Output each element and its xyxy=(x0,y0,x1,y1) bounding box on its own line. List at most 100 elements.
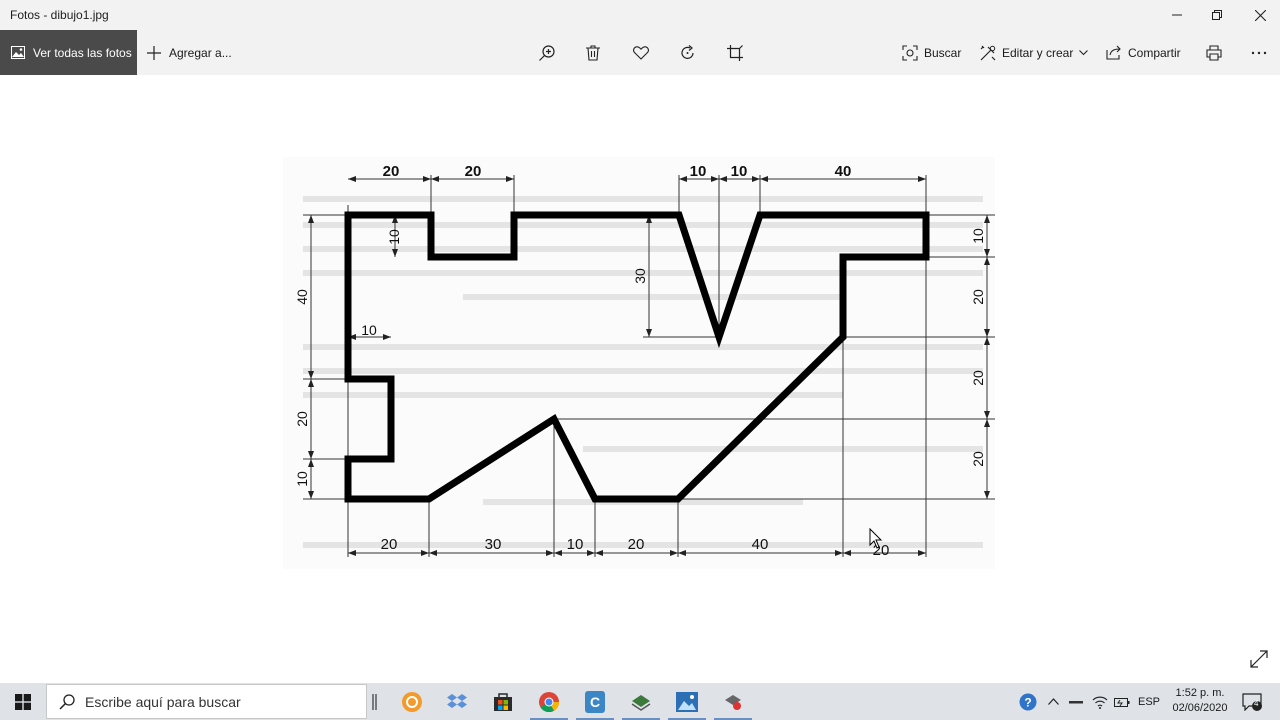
visual-search-icon xyxy=(902,44,918,61)
dim-bottom-5: 40 xyxy=(752,536,769,553)
dim-top-1: 20 xyxy=(383,163,400,180)
trash-icon xyxy=(586,45,600,61)
windows-logo-icon xyxy=(15,693,31,710)
dim-bottom-4: 20 xyxy=(628,536,645,553)
chevron-up-icon xyxy=(1047,698,1059,705)
rotate-button[interactable] xyxy=(675,40,701,66)
edit-create-button[interactable]: Editar y crear xyxy=(980,30,1089,75)
share-icon xyxy=(1106,45,1121,60)
taskbar-app-chrome[interactable] xyxy=(526,683,572,720)
dim-bottom-3: 10 xyxy=(567,536,584,553)
clock[interactable]: 1:52 p. m. 02/06/2020 xyxy=(1165,686,1235,716)
battery-tray-button[interactable] xyxy=(1066,683,1086,720)
share-button[interactable]: Compartir xyxy=(1106,30,1181,75)
battery-icon xyxy=(1114,697,1130,707)
dim-left-1: 40 xyxy=(294,289,310,305)
help-icon: ? xyxy=(1019,693,1037,710)
wifi-icon xyxy=(1092,696,1108,709)
dim-top-3: 10 xyxy=(690,163,707,180)
edit-create-icon xyxy=(980,45,996,60)
taskbar: Escribe aquí para buscar C ? ESP 1:52 p.… xyxy=(0,683,1280,720)
taskbar-search-box[interactable]: Escribe aquí para buscar xyxy=(46,684,367,719)
minimize-icon xyxy=(1172,14,1182,16)
taskbar-app-green[interactable] xyxy=(618,683,664,720)
language-indicator[interactable]: ESP xyxy=(1136,683,1162,720)
action-center-button[interactable]: 4 xyxy=(1240,683,1264,720)
taskbar-app-orange[interactable] xyxy=(389,683,435,720)
dim-right-1: 10 xyxy=(970,228,986,244)
print-button[interactable] xyxy=(1201,40,1227,66)
photo-icon xyxy=(11,46,25,59)
crop-button[interactable] xyxy=(722,40,748,66)
edit-create-label: Editar y crear xyxy=(1002,45,1074,60)
share-label: Compartir xyxy=(1128,45,1181,60)
search-icon xyxy=(59,693,75,710)
more-options-button[interactable] xyxy=(1246,40,1272,66)
dim-top-5: 40 xyxy=(835,163,852,180)
photo-image[interactable]: 20 20 10 10 40 20 30 10 20 40 20 40 20 1… xyxy=(283,157,995,569)
faint-text-lines xyxy=(303,196,983,548)
dim-left-3: 10 xyxy=(294,471,310,487)
expand-icon xyxy=(1250,650,1268,668)
help-tray-button[interactable]: ? xyxy=(1018,683,1038,720)
minimize-button[interactable] xyxy=(1155,0,1199,30)
close-button[interactable] xyxy=(1238,0,1280,30)
dim-bottom-1: 20 xyxy=(381,536,398,553)
dim-left-2: 20 xyxy=(294,411,310,427)
c-app-icon: C xyxy=(585,690,605,713)
dim-top-2: 20 xyxy=(465,163,482,180)
dim-inner-vertical-10: 10 xyxy=(386,229,402,245)
toolbar: Ver todas las fotos Agregar a... Buscar … xyxy=(0,30,1280,75)
close-icon xyxy=(1254,9,1266,21)
clock-time: 1:52 p. m. xyxy=(1175,687,1225,699)
plus-icon xyxy=(147,45,161,60)
orange-app-icon xyxy=(402,691,422,712)
show-hidden-icons-button[interactable] xyxy=(1044,683,1062,720)
store-icon xyxy=(494,692,512,711)
see-all-photos-button[interactable]: Ver todas las fotos xyxy=(0,30,137,75)
add-to-label: Agregar a... xyxy=(169,45,232,60)
restore-icon xyxy=(1212,10,1222,20)
dim-bottom-2: 30 xyxy=(485,536,502,553)
favorite-button[interactable] xyxy=(628,40,654,66)
zoom-in-icon xyxy=(539,45,555,61)
dim-right-4: 20 xyxy=(970,451,986,467)
taskbar-app-store[interactable] xyxy=(480,683,526,720)
crop-icon xyxy=(727,45,743,61)
notification-icon xyxy=(1242,692,1262,711)
start-button[interactable] xyxy=(0,683,46,720)
clock-date: 02/06/2020 xyxy=(1172,702,1228,714)
taskbar-app-photos[interactable] xyxy=(664,683,710,720)
heart-icon xyxy=(633,46,649,60)
notification-count: 4 xyxy=(1254,699,1259,708)
dim-inner-horizontal-10: 10 xyxy=(361,322,377,338)
dim-right-2: 20 xyxy=(970,289,986,305)
taskbar-app-other[interactable] xyxy=(710,683,756,720)
network-tray-button[interactable] xyxy=(1090,683,1110,720)
zoom-button[interactable] xyxy=(534,40,560,66)
restore-button[interactable] xyxy=(1195,0,1239,30)
task-view-icon xyxy=(372,693,377,710)
more-icon xyxy=(1251,51,1267,55)
see-all-photos-label: Ver todas las fotos xyxy=(33,45,132,60)
power-tray-button[interactable] xyxy=(1112,683,1132,720)
fullscreen-button[interactable] xyxy=(1249,649,1269,669)
window-title: Fotos - dibujo1.jpg xyxy=(10,8,109,22)
add-to-button[interactable]: Agregar a... xyxy=(147,30,232,75)
search-button[interactable]: Buscar xyxy=(902,30,961,75)
dim-inner-vertical-30: 30 xyxy=(632,268,648,284)
dim-top-4: 10 xyxy=(731,163,748,180)
dim-right-3: 20 xyxy=(970,370,986,386)
printer-icon xyxy=(1206,45,1222,61)
other-app-icon xyxy=(725,694,741,710)
rotate-icon xyxy=(681,45,694,59)
green-app-icon xyxy=(631,694,651,711)
dash-icon xyxy=(1069,700,1083,703)
taskbar-app-cool[interactable]: C xyxy=(572,683,618,720)
taskbar-app-dropbox[interactable] xyxy=(434,683,480,720)
chevron-down-icon xyxy=(1079,49,1089,55)
delete-button[interactable] xyxy=(580,40,606,66)
title-bar: Fotos - dibujo1.jpg xyxy=(0,0,1280,30)
taskbar-search-placeholder: Escribe aquí para buscar xyxy=(85,693,241,710)
technical-drawing: 20 20 10 10 40 20 30 10 20 40 20 40 20 1… xyxy=(294,163,995,559)
